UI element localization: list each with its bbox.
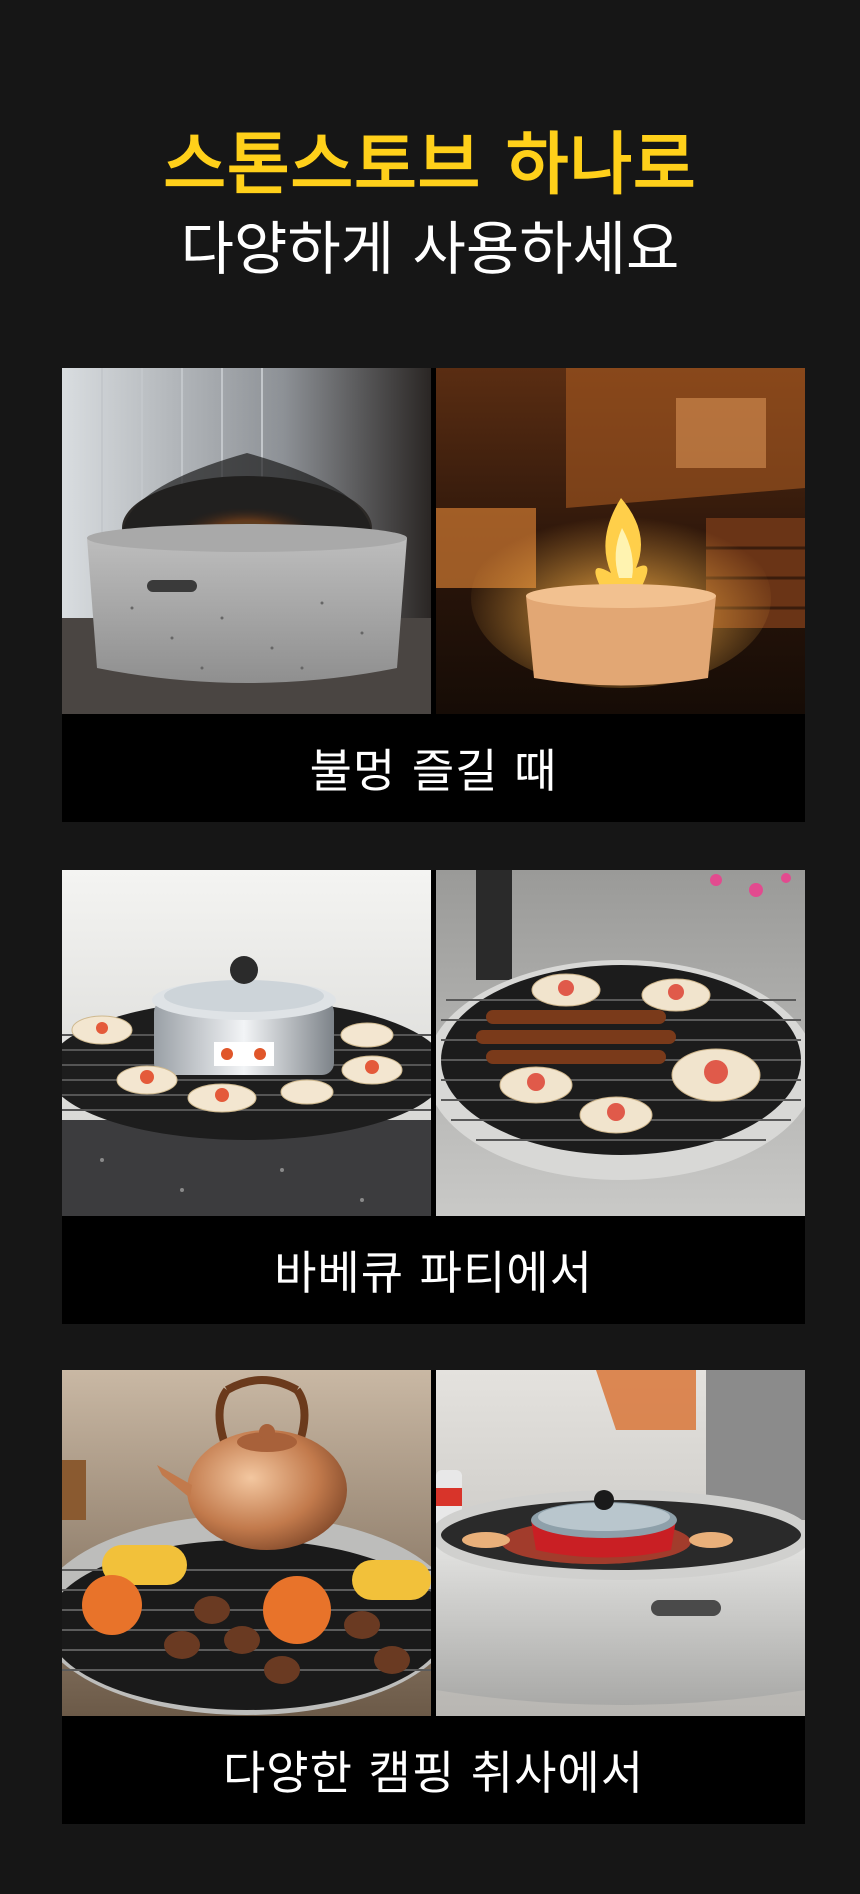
photo-row [62, 870, 805, 1216]
photo-red-pan-stove [436, 1370, 805, 1716]
photo-kettle-grill [62, 1370, 431, 1716]
section-caption: 다양한 캠핑 취사에서 [222, 1746, 645, 1800]
photo-hot-pot-grill [62, 870, 431, 1216]
section-caption: 불멍 즐길 때 [309, 744, 558, 798]
photo-stone-fire-pit [62, 368, 431, 714]
headline-title: 스톤스토브 하나로 [163, 126, 697, 205]
photo-row [62, 1370, 805, 1716]
photo-night-fire-pit [436, 368, 805, 714]
headline-subtitle: 다양하게 사용하세요 [180, 215, 680, 283]
photo-row [62, 368, 805, 714]
section-camp-cooking: 다양한 캠핑 취사에서 [62, 1370, 805, 1824]
headline: 스톤스토브 하나로 다양하게 사용하세요 [0, 124, 860, 288]
section-caption: 바베큐 파티에서 [274, 1246, 593, 1300]
section-bbq-party: 바베큐 파티에서 [62, 870, 805, 1324]
product-detail-page: 스톤스토브 하나로 다양하게 사용하세요 불멍 즐길 때 바베큐 파티에서 다양… [0, 0, 860, 1894]
section-fire-watching: 불멍 즐길 때 [62, 368, 805, 822]
photo-skewers-oysters [436, 870, 805, 1216]
